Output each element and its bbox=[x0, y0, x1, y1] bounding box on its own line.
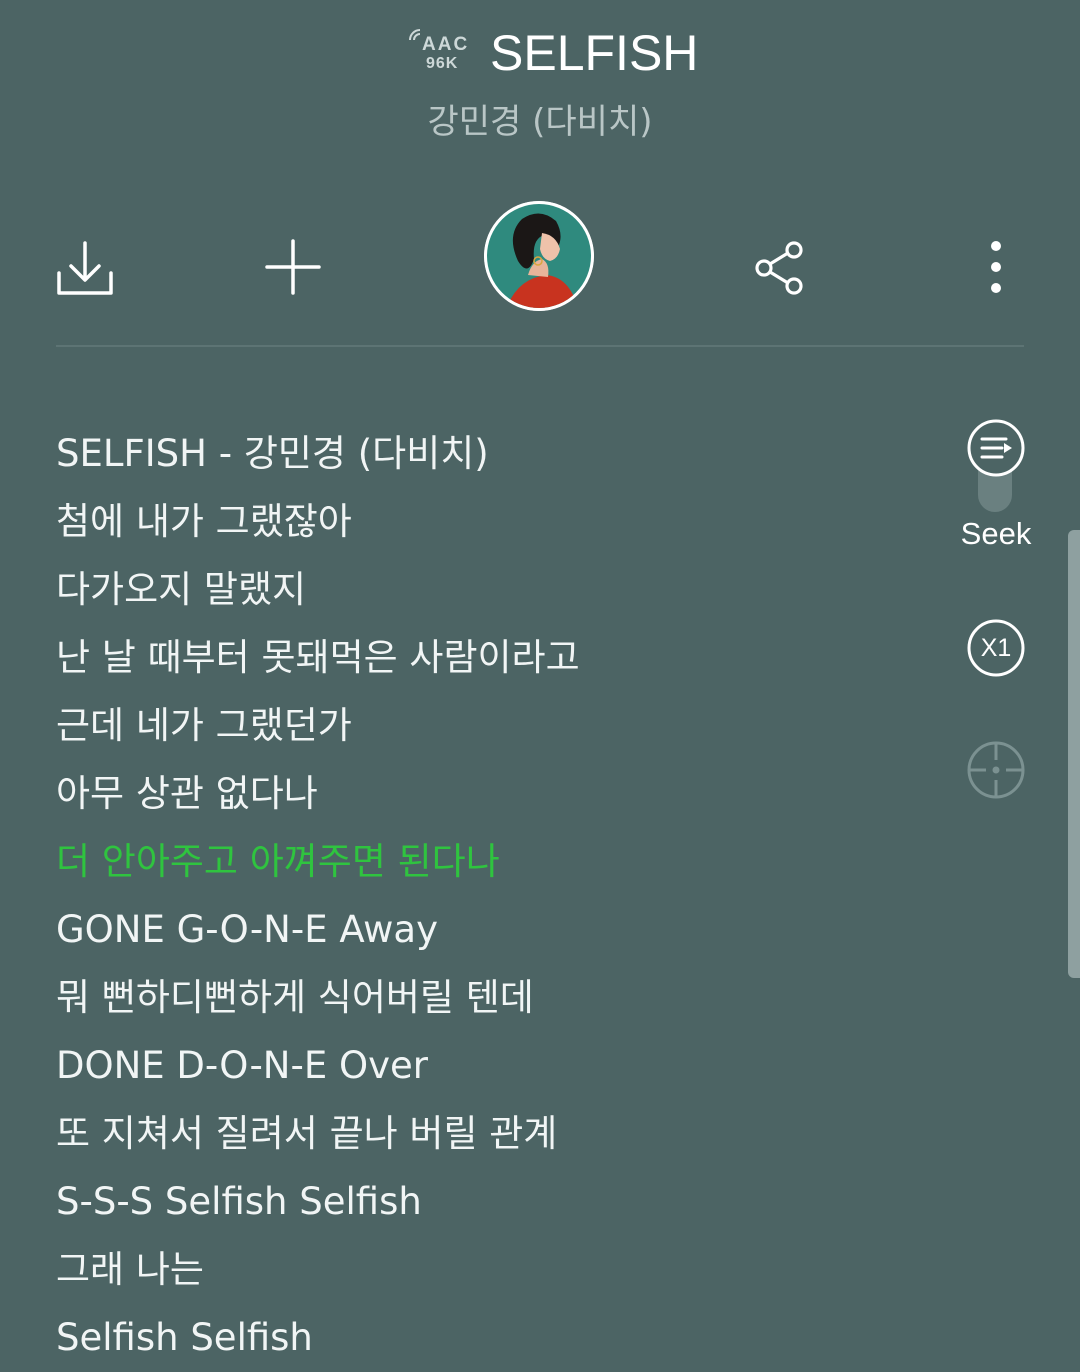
album-art-image bbox=[484, 201, 594, 311]
playback-speed-label: X1 bbox=[980, 634, 1012, 662]
lyric-line[interactable]: SELFISH - 강민경 (다비치) bbox=[56, 420, 936, 488]
song-title: SELFISH bbox=[490, 25, 699, 81]
locate-current-button[interactable] bbox=[966, 740, 1026, 800]
lyrics-list[interactable]: SELFISH - 강민경 (다비치) 첨에 내가 그랬잖아 다가오지 말랬지 … bbox=[56, 420, 936, 1372]
playback-speed-button[interactable]: X1 bbox=[966, 618, 1026, 678]
add-to-playlist-button[interactable] bbox=[260, 234, 326, 300]
lyric-line[interactable]: 근데 네가 그랬던가 bbox=[56, 692, 936, 760]
lyric-line[interactable]: 난 날 때부터 못돼먹은 사람이라고 bbox=[56, 624, 936, 692]
crosshair-icon bbox=[967, 741, 1025, 799]
more-options-button[interactable] bbox=[976, 236, 1016, 296]
lyric-line[interactable]: 또 지쳐서 질려서 끝나 버릴 관계 bbox=[56, 1100, 936, 1168]
audio-codec: AAC bbox=[422, 34, 470, 55]
lyric-line[interactable]: 다가오지 말랬지 bbox=[56, 556, 936, 624]
audio-quality-badge: AAC 96K bbox=[409, 28, 476, 76]
header-divider bbox=[56, 345, 1024, 347]
more-icon bbox=[991, 241, 1001, 293]
share-button[interactable] bbox=[748, 236, 812, 300]
share-icon bbox=[755, 241, 803, 295]
lyric-line[interactable]: Selfish Selfish bbox=[56, 1304, 936, 1372]
seek-toggle-button[interactable] bbox=[966, 418, 1026, 478]
download-button[interactable] bbox=[50, 236, 120, 302]
lyric-line[interactable]: 뭐 뻔하디뻔하게 식어버릴 텐데 bbox=[56, 964, 936, 1032]
album-art[interactable] bbox=[484, 201, 594, 311]
lyric-line[interactable]: 그래 나는 bbox=[56, 1236, 936, 1304]
add-icon bbox=[265, 239, 321, 295]
seek-label: Seek bbox=[960, 516, 1032, 551]
lyric-line[interactable]: 아무 상관 없다나 bbox=[56, 760, 936, 828]
lyric-line[interactable]: GONE G-O-N-E Away bbox=[56, 896, 936, 964]
player-header: AAC 96K SELFISH 강민경 (다비치) bbox=[0, 0, 1080, 150]
lyric-line-current[interactable]: 더 안아주고 아껴주면 된다나 bbox=[56, 828, 936, 896]
lyric-line[interactable]: 첨에 내가 그랬잖아 bbox=[56, 488, 936, 556]
audio-bitrate: 96K bbox=[426, 55, 459, 72]
lyric-line[interactable]: S-S-S Selfish Selfish bbox=[56, 1168, 936, 1236]
download-icon bbox=[57, 241, 113, 295]
lyrics-seek-icon bbox=[967, 419, 1025, 477]
lyric-line[interactable]: DONE D-O-N-E Over bbox=[56, 1032, 936, 1100]
artist-name[interactable]: 강민경 (다비치) bbox=[0, 94, 1080, 143]
scrollbar[interactable] bbox=[1068, 530, 1080, 978]
